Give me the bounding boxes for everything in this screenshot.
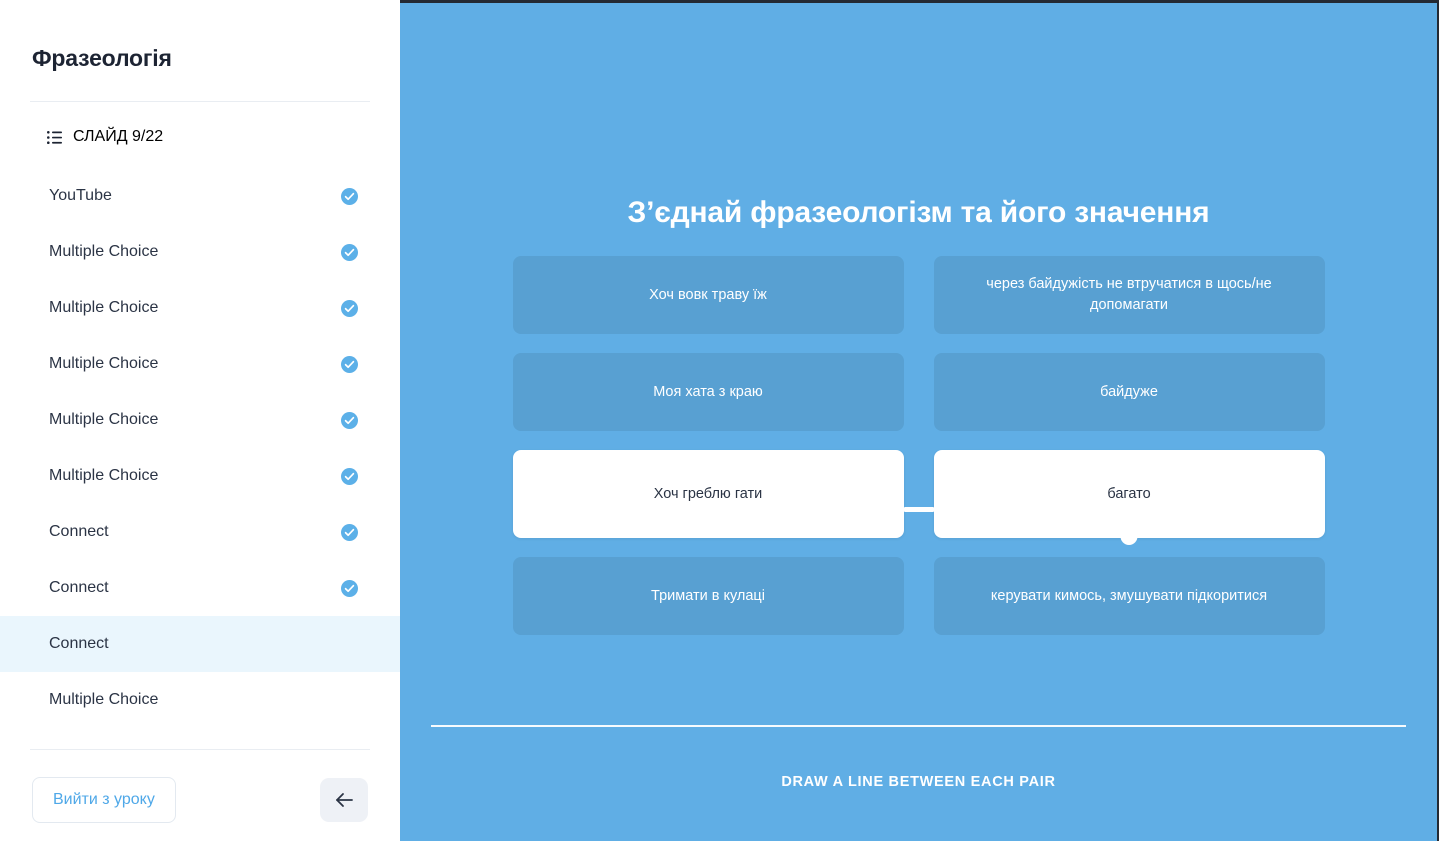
slide-footer-divider — [431, 725, 1406, 727]
back-button[interactable] — [320, 778, 368, 822]
lesson-title: Фразеологія — [32, 45, 172, 71]
check-circle-icon — [341, 467, 358, 485]
sidebar-item-multiple-choice-5[interactable]: Multiple Choice — [0, 448, 400, 504]
slide-question-title: З’єднай фразеологізм та його значення — [627, 196, 1210, 229]
pair-card-left-2[interactable]: Моя хата з краю — [512, 353, 904, 431]
arrow-left-icon — [335, 793, 353, 807]
sidebar-item-label: Connect — [49, 579, 109, 596]
slide-nav-list: YouTube Multiple Choice Multiple Choice — [0, 168, 400, 728]
pair-card-left-4[interactable]: Тримати в кулаці — [512, 557, 904, 635]
sidebar-item-label: Multiple Choice — [49, 299, 159, 316]
match-connector-line — [903, 507, 934, 512]
check-circle-icon — [341, 411, 358, 429]
exit-lesson-button[interactable]: Вийти з уроку — [32, 777, 176, 823]
sidebar-item-multiple-choice-4[interactable]: Multiple Choice — [0, 392, 400, 448]
sidebar-footer-divider — [30, 749, 370, 750]
pair-card-right-1[interactable]: через байдужість не втручатися в щось/не… — [933, 256, 1325, 334]
sidebar-item-multiple-choice-2[interactable]: Multiple Choice — [0, 280, 400, 336]
sidebar-item-label: Multiple Choice — [49, 691, 159, 708]
sidebar-footer: Вийти з уроку — [0, 749, 400, 841]
sidebar-item-label: Multiple Choice — [49, 243, 159, 260]
sidebar-item-label: YouTube — [49, 187, 112, 204]
sidebar-item-multiple-choice-1[interactable]: Multiple Choice — [0, 224, 400, 280]
sidebar-item-label: Connect — [49, 523, 109, 540]
check-circle-icon — [341, 579, 358, 597]
check-circle-icon — [341, 243, 358, 261]
slide-footer: DRAW A LINE BETWEEN EACH PAIR — [431, 725, 1406, 841]
pair-card-right-4[interactable]: керувати кимось, змушувати підкоритися — [933, 557, 1325, 635]
pair-card-right-3-matched[interactable]: багато — [933, 450, 1325, 538]
sidebar: Фразеологія СЛАЙД 9/22 YouTube Multiple … — [0, 0, 400, 841]
pair-card-left-3-matched[interactable]: Хоч греблю гати — [512, 450, 904, 538]
check-circle-icon — [341, 299, 358, 317]
sidebar-item-connect-1[interactable]: Connect — [0, 504, 400, 560]
check-circle-icon — [341, 187, 358, 205]
sidebar-item-youtube[interactable]: YouTube — [0, 168, 400, 224]
lesson-player: Фразеологія СЛАЙД 9/22 YouTube Multiple … — [0, 0, 1439, 841]
sidebar-item-label: Multiple Choice — [49, 355, 159, 372]
sidebar-item-connect-2[interactable]: Connect — [0, 560, 400, 616]
slide-canvas: З’єднай фразеологізм та його значення Хо… — [400, 0, 1439, 841]
sidebar-item-label: Multiple Choice — [49, 411, 159, 428]
sidebar-item-connect-3-active[interactable]: Connect — [0, 616, 400, 672]
pair-card-right-2[interactable]: байдуже — [933, 353, 1325, 431]
list-icon — [47, 130, 62, 144]
pair-card-left-1[interactable]: Хоч вовк траву їж — [512, 256, 904, 334]
slide-instruction-text: DRAW A LINE BETWEEN EACH PAIR — [781, 774, 1056, 790]
sidebar-item-label: Multiple Choice — [49, 467, 159, 484]
check-circle-icon — [341, 523, 358, 541]
sidebar-item-multiple-choice-3[interactable]: Multiple Choice — [0, 336, 400, 392]
slide-counter-label: СЛАЙД 9/22 — [73, 128, 164, 145]
sidebar-item-label: Connect — [49, 635, 109, 652]
check-circle-icon — [341, 355, 358, 373]
sidebar-item-multiple-choice-6[interactable]: Multiple Choice — [0, 672, 400, 728]
sidebar-footer-row: Вийти з уроку — [30, 777, 370, 841]
slide-counter: СЛАЙД 9/22 — [0, 102, 400, 146]
connect-pairs-grid: Хоч вовк траву їж через байдужість не вт… — [512, 256, 1325, 635]
